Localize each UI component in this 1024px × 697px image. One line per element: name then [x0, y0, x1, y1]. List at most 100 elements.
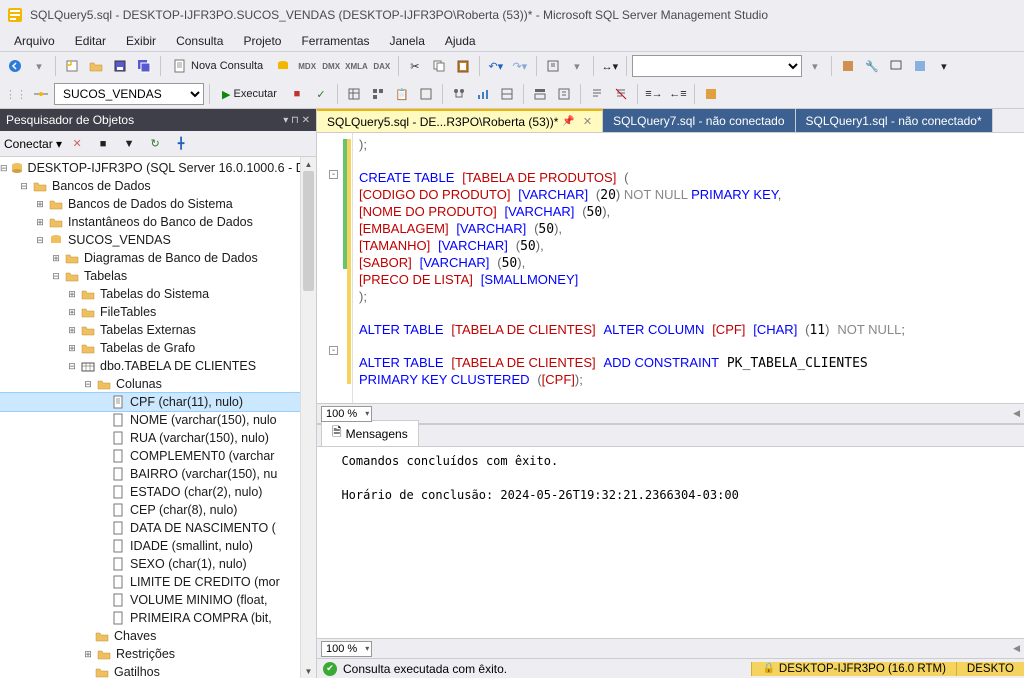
- tree-col-primeira[interactable]: PRIMEIRA COMPRA (bit,: [0, 609, 316, 627]
- menu-ferramentas[interactable]: Ferramentas: [291, 32, 379, 50]
- redo-button[interactable]: ↷▾: [509, 55, 531, 77]
- intellisense-button[interactable]: 📋: [391, 83, 413, 105]
- tree-col-complemento[interactable]: COMPLEMENT0 (varchar: [0, 447, 316, 465]
- messages-zoom-combo[interactable]: 100 %: [321, 641, 372, 657]
- pin-icon[interactable]: ▾ ⊓ ✕: [283, 115, 310, 126]
- tree-col-sexo[interactable]: SEXO (char(1), nulo): [0, 555, 316, 573]
- xmla-button[interactable]: XMLA: [344, 55, 369, 77]
- messages-body[interactable]: Comandos concluídos com êxito. Horário d…: [317, 447, 1024, 638]
- pin-icon[interactable]: 📌: [562, 116, 574, 127]
- uncomment-button[interactable]: [610, 83, 632, 105]
- properties-button[interactable]: [837, 55, 859, 77]
- find-button[interactable]: [542, 55, 564, 77]
- close-icon[interactable]: ✕: [583, 115, 592, 128]
- tree-tab-grafo[interactable]: Tabelas de Grafo: [100, 339, 195, 357]
- copy-button[interactable]: [428, 55, 450, 77]
- dax-button[interactable]: DAX: [371, 55, 393, 77]
- results-file-button[interactable]: [553, 83, 575, 105]
- oe-plus-button[interactable]: ╋: [170, 133, 192, 155]
- tree-col-limite[interactable]: LIMITE DE CREDITO (mor: [0, 573, 316, 591]
- object-explorer-scrollbar[interactable]: ▲ ▼: [300, 157, 316, 678]
- code-area[interactable]: ); CREATE TABLE [TABELA DE PRODUTOS] ( […: [353, 133, 1024, 403]
- parse-button[interactable]: ✓: [310, 83, 332, 105]
- live-stats-button[interactable]: [448, 83, 470, 105]
- tree-restricoes[interactable]: ⊞Restrições: [0, 645, 316, 663]
- tree-chaves[interactable]: Chaves: [0, 627, 316, 645]
- tree-col-idade[interactable]: IDADE (smallint, nulo): [0, 537, 316, 555]
- menu-exibir[interactable]: Exibir: [116, 32, 166, 50]
- tree-bancos[interactable]: Bancos de Dados: [52, 177, 151, 195]
- menu-projeto[interactable]: Projeto: [233, 32, 291, 50]
- specify-values-button[interactable]: [700, 83, 722, 105]
- tool-button-1[interactable]: 🔧: [861, 55, 883, 77]
- db-engine-query-button[interactable]: [272, 55, 294, 77]
- solution-config-combo[interactable]: [632, 55, 802, 77]
- hscroll-left-icon[interactable]: ◀: [1013, 408, 1020, 419]
- tab-sqlquery5[interactable]: SQLQuery5.sql - DE...R3PO\Roberta (53))*…: [317, 109, 603, 132]
- connect-button[interactable]: Conectar ▾: [4, 137, 62, 151]
- tree-col-bairro[interactable]: BAIRRO (varchar(150), nu: [0, 465, 316, 483]
- results-text-button[interactable]: [529, 83, 551, 105]
- editor-zoom-combo[interactable]: 100 %: [321, 406, 372, 422]
- dropdown-2[interactable]: ↔▾: [599, 55, 621, 77]
- cut-button[interactable]: ✂: [404, 55, 426, 77]
- tree-col-nome[interactable]: NOME (varchar(150), nulo: [0, 411, 316, 429]
- estimated-plan-button[interactable]: [343, 83, 365, 105]
- tree-server[interactable]: DESKTOP-IJFR3PO (SQL Server 16.0.1000.6 …: [28, 159, 316, 177]
- refresh-oe-button[interactable]: ↻: [144, 133, 166, 155]
- save-all-button[interactable]: [133, 55, 155, 77]
- stop-oe-button[interactable]: ■: [92, 133, 114, 155]
- stop-button[interactable]: ■: [286, 83, 308, 105]
- database-combo[interactable]: SUCOS_VENDAS: [54, 83, 204, 105]
- tree-tabelas[interactable]: Tabelas: [84, 267, 127, 285]
- new-project-button[interactable]: [61, 55, 83, 77]
- tree-col-rua[interactable]: RUA (varchar(150), nulo): [0, 429, 316, 447]
- tree-db-sucos[interactable]: SUCOS_VENDAS: [68, 231, 171, 249]
- menu-janela[interactable]: Janela: [380, 32, 435, 50]
- actual-plan-button[interactable]: [415, 83, 437, 105]
- results-grid-button[interactable]: [496, 83, 518, 105]
- menu-consulta[interactable]: Consulta: [166, 32, 233, 50]
- menu-arquivo[interactable]: Arquivo: [4, 32, 65, 50]
- tree-diagramas[interactable]: Diagramas de Banco de Dados: [84, 249, 258, 267]
- tab-mensagens[interactable]: 🗎Mensagens: [321, 420, 419, 446]
- tree-colunas[interactable]: Colunas: [116, 375, 162, 393]
- mdx-button[interactable]: MDX: [296, 55, 318, 77]
- nova-consulta-button[interactable]: Nova Consulta: [166, 55, 270, 77]
- nav-back-button[interactable]: [4, 55, 26, 77]
- outdent-button[interactable]: ←≡: [667, 83, 689, 105]
- disconnect-button[interactable]: ✕: [66, 133, 88, 155]
- undo-button[interactable]: ↶▾: [485, 55, 507, 77]
- tree-col-cep[interactable]: CEP (char(8), nulo): [0, 501, 316, 519]
- tree-col-cpf[interactable]: CPF (char(11), nulo): [0, 393, 316, 411]
- tree-col-volume[interactable]: VOLUME MINIMO (float,: [0, 591, 316, 609]
- tool-button-2[interactable]: [885, 55, 907, 77]
- tree-filetables[interactable]: FileTables: [100, 303, 156, 321]
- tree-sys-db[interactable]: Bancos de Dados do Sistema: [68, 195, 233, 213]
- sql-editor[interactable]: - - ); CREATE TABLE [TABELA DE PRODUTOS]…: [317, 133, 1024, 403]
- dmx-button[interactable]: DMX: [320, 55, 342, 77]
- tree-col-estado[interactable]: ESTADO (char(2), nulo): [0, 483, 316, 501]
- tool-button-3[interactable]: [909, 55, 931, 77]
- menu-editar[interactable]: Editar: [65, 32, 116, 50]
- tab-sqlquery1[interactable]: SQLQuery1.sql - não conectado*: [796, 109, 993, 132]
- tree-snapshots[interactable]: Instantâneos do Banco de Dados: [68, 213, 253, 231]
- tree-tabela-clientes[interactable]: dbo.TABELA DE CLIENTES: [100, 357, 256, 375]
- client-stats-button[interactable]: [472, 83, 494, 105]
- tree-col-nascimento[interactable]: DATA DE NASCIMENTO (: [0, 519, 316, 537]
- nav-fwd-button[interactable]: ▾: [28, 55, 50, 77]
- paste-button[interactable]: [452, 55, 474, 77]
- dropdown-4[interactable]: ▾: [933, 55, 955, 77]
- filter-button[interactable]: ▼: [118, 133, 140, 155]
- comment-button[interactable]: [586, 83, 608, 105]
- indent-button[interactable]: ≡→: [643, 83, 665, 105]
- dropdown-1[interactable]: ▾: [566, 55, 588, 77]
- change-connection-button[interactable]: [30, 83, 52, 105]
- open-button[interactable]: [85, 55, 107, 77]
- executar-button[interactable]: ▶ Executar: [215, 83, 284, 105]
- tree-gatilhos[interactable]: Gatilhosˇ: [0, 663, 316, 678]
- menu-ajuda[interactable]: Ajuda: [435, 32, 486, 50]
- tree-tab-sistema[interactable]: Tabelas do Sistema: [100, 285, 209, 303]
- query-options-button[interactable]: [367, 83, 389, 105]
- object-tree[interactable]: ⊟DESKTOP-IJFR3PO (SQL Server 16.0.1000.6…: [0, 157, 316, 678]
